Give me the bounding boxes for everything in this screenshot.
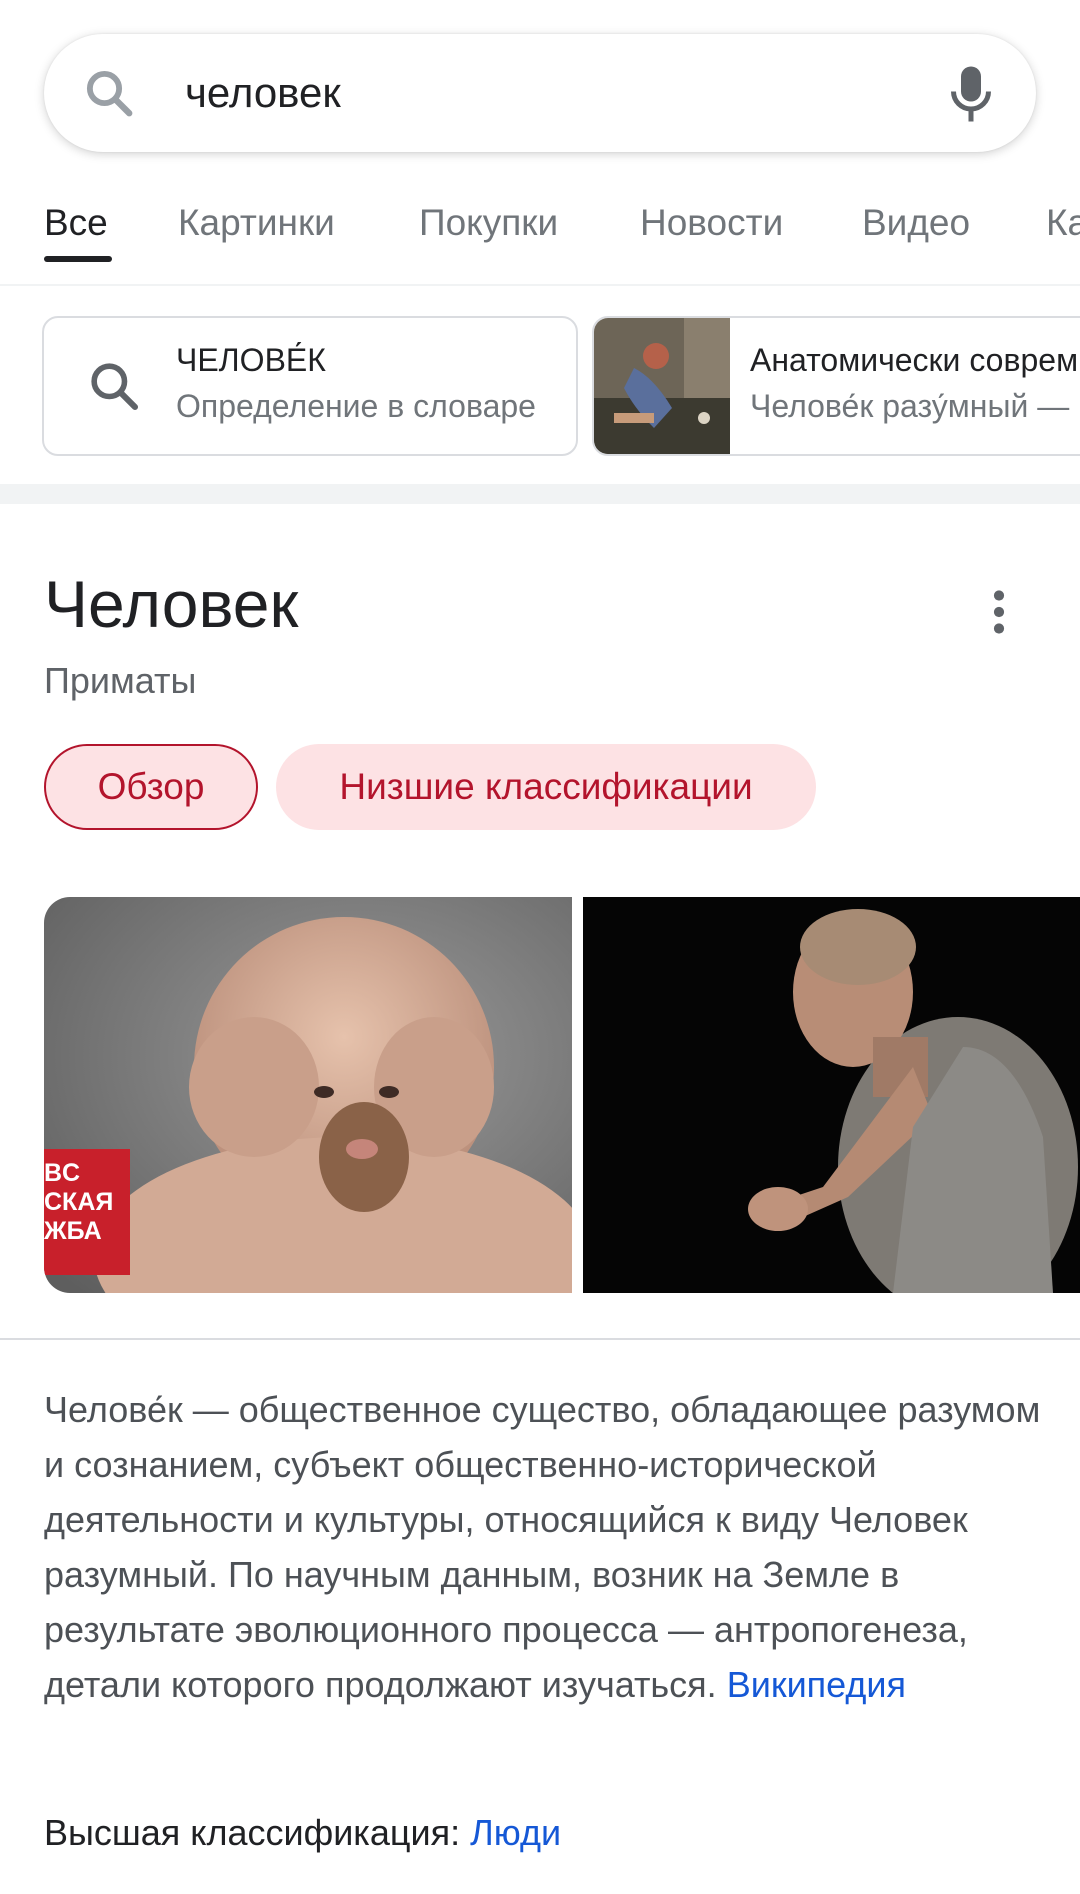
higher-classification: Высшая классификация: Люди (44, 1812, 561, 1854)
search-icon[interactable] (82, 66, 136, 120)
tab-overview[interactable]: Обзор (44, 744, 258, 830)
badge-line-1: BC (44, 1159, 81, 1187)
tab-video[interactable]: Видео (862, 202, 970, 244)
entity-image-2[interactable] (583, 897, 1080, 1293)
description-text: Челове́к — общественное существо, облада… (44, 1389, 1041, 1705)
chip-title: Анатомически соврем (750, 342, 1079, 378)
tab-shopping[interactable]: Покупки (419, 202, 558, 244)
chip-subtitle: Челове́к разу́мный — (750, 388, 1070, 424)
related-chip[interactable]: Анатомически соврем Челове́к разу́мный — (592, 316, 1080, 456)
active-tab-indicator (44, 256, 112, 262)
search-input[interactable]: человек (185, 66, 341, 120)
badge-line-2: СКАЯ (44, 1188, 114, 1216)
entity-image-1[interactable]: BC СКАЯ ЖБА (44, 897, 572, 1293)
tab-images[interactable]: Картинки (178, 202, 335, 244)
image-illustration (583, 897, 1080, 1293)
chip-title: ЧЕЛОВЕ́К (176, 342, 326, 378)
microphone-icon[interactable] (946, 64, 996, 124)
tab-news[interactable]: Новости (640, 202, 783, 244)
higher-classification-link[interactable]: Люди (470, 1812, 561, 1853)
more-options-icon[interactable] (984, 588, 1014, 636)
search-tabs: Все Картинки Покупки Новости Видео Ка (0, 190, 1080, 270)
dictionary-chip[interactable]: ЧЕЛОВЕ́К Определение в словаре (42, 316, 578, 456)
entity-subtitle: Приматы (44, 660, 197, 701)
tab-all[interactable]: Все (44, 202, 108, 244)
chip-subtitle: Определение в словаре (176, 388, 536, 424)
bbc-badge: BC СКАЯ ЖБА (44, 1159, 130, 1246)
content-divider (0, 1338, 1080, 1340)
badge-line-3: ЖБА (44, 1217, 102, 1245)
tab-lower-classifications[interactable]: Низшие классификации (276, 744, 816, 830)
chip-thumbnail (594, 318, 730, 454)
page-title: Человек (44, 567, 299, 641)
entity-description: Челове́к — общественное существо, облада… (44, 1382, 1044, 1712)
tabs-divider (0, 284, 1080, 286)
tab-more[interactable]: Ка (1046, 202, 1080, 244)
search-icon (91, 363, 139, 411)
wikipedia-link[interactable]: Википедия (727, 1664, 906, 1705)
higher-classification-label: Высшая классификация: (44, 1812, 461, 1853)
section-divider (0, 484, 1080, 504)
